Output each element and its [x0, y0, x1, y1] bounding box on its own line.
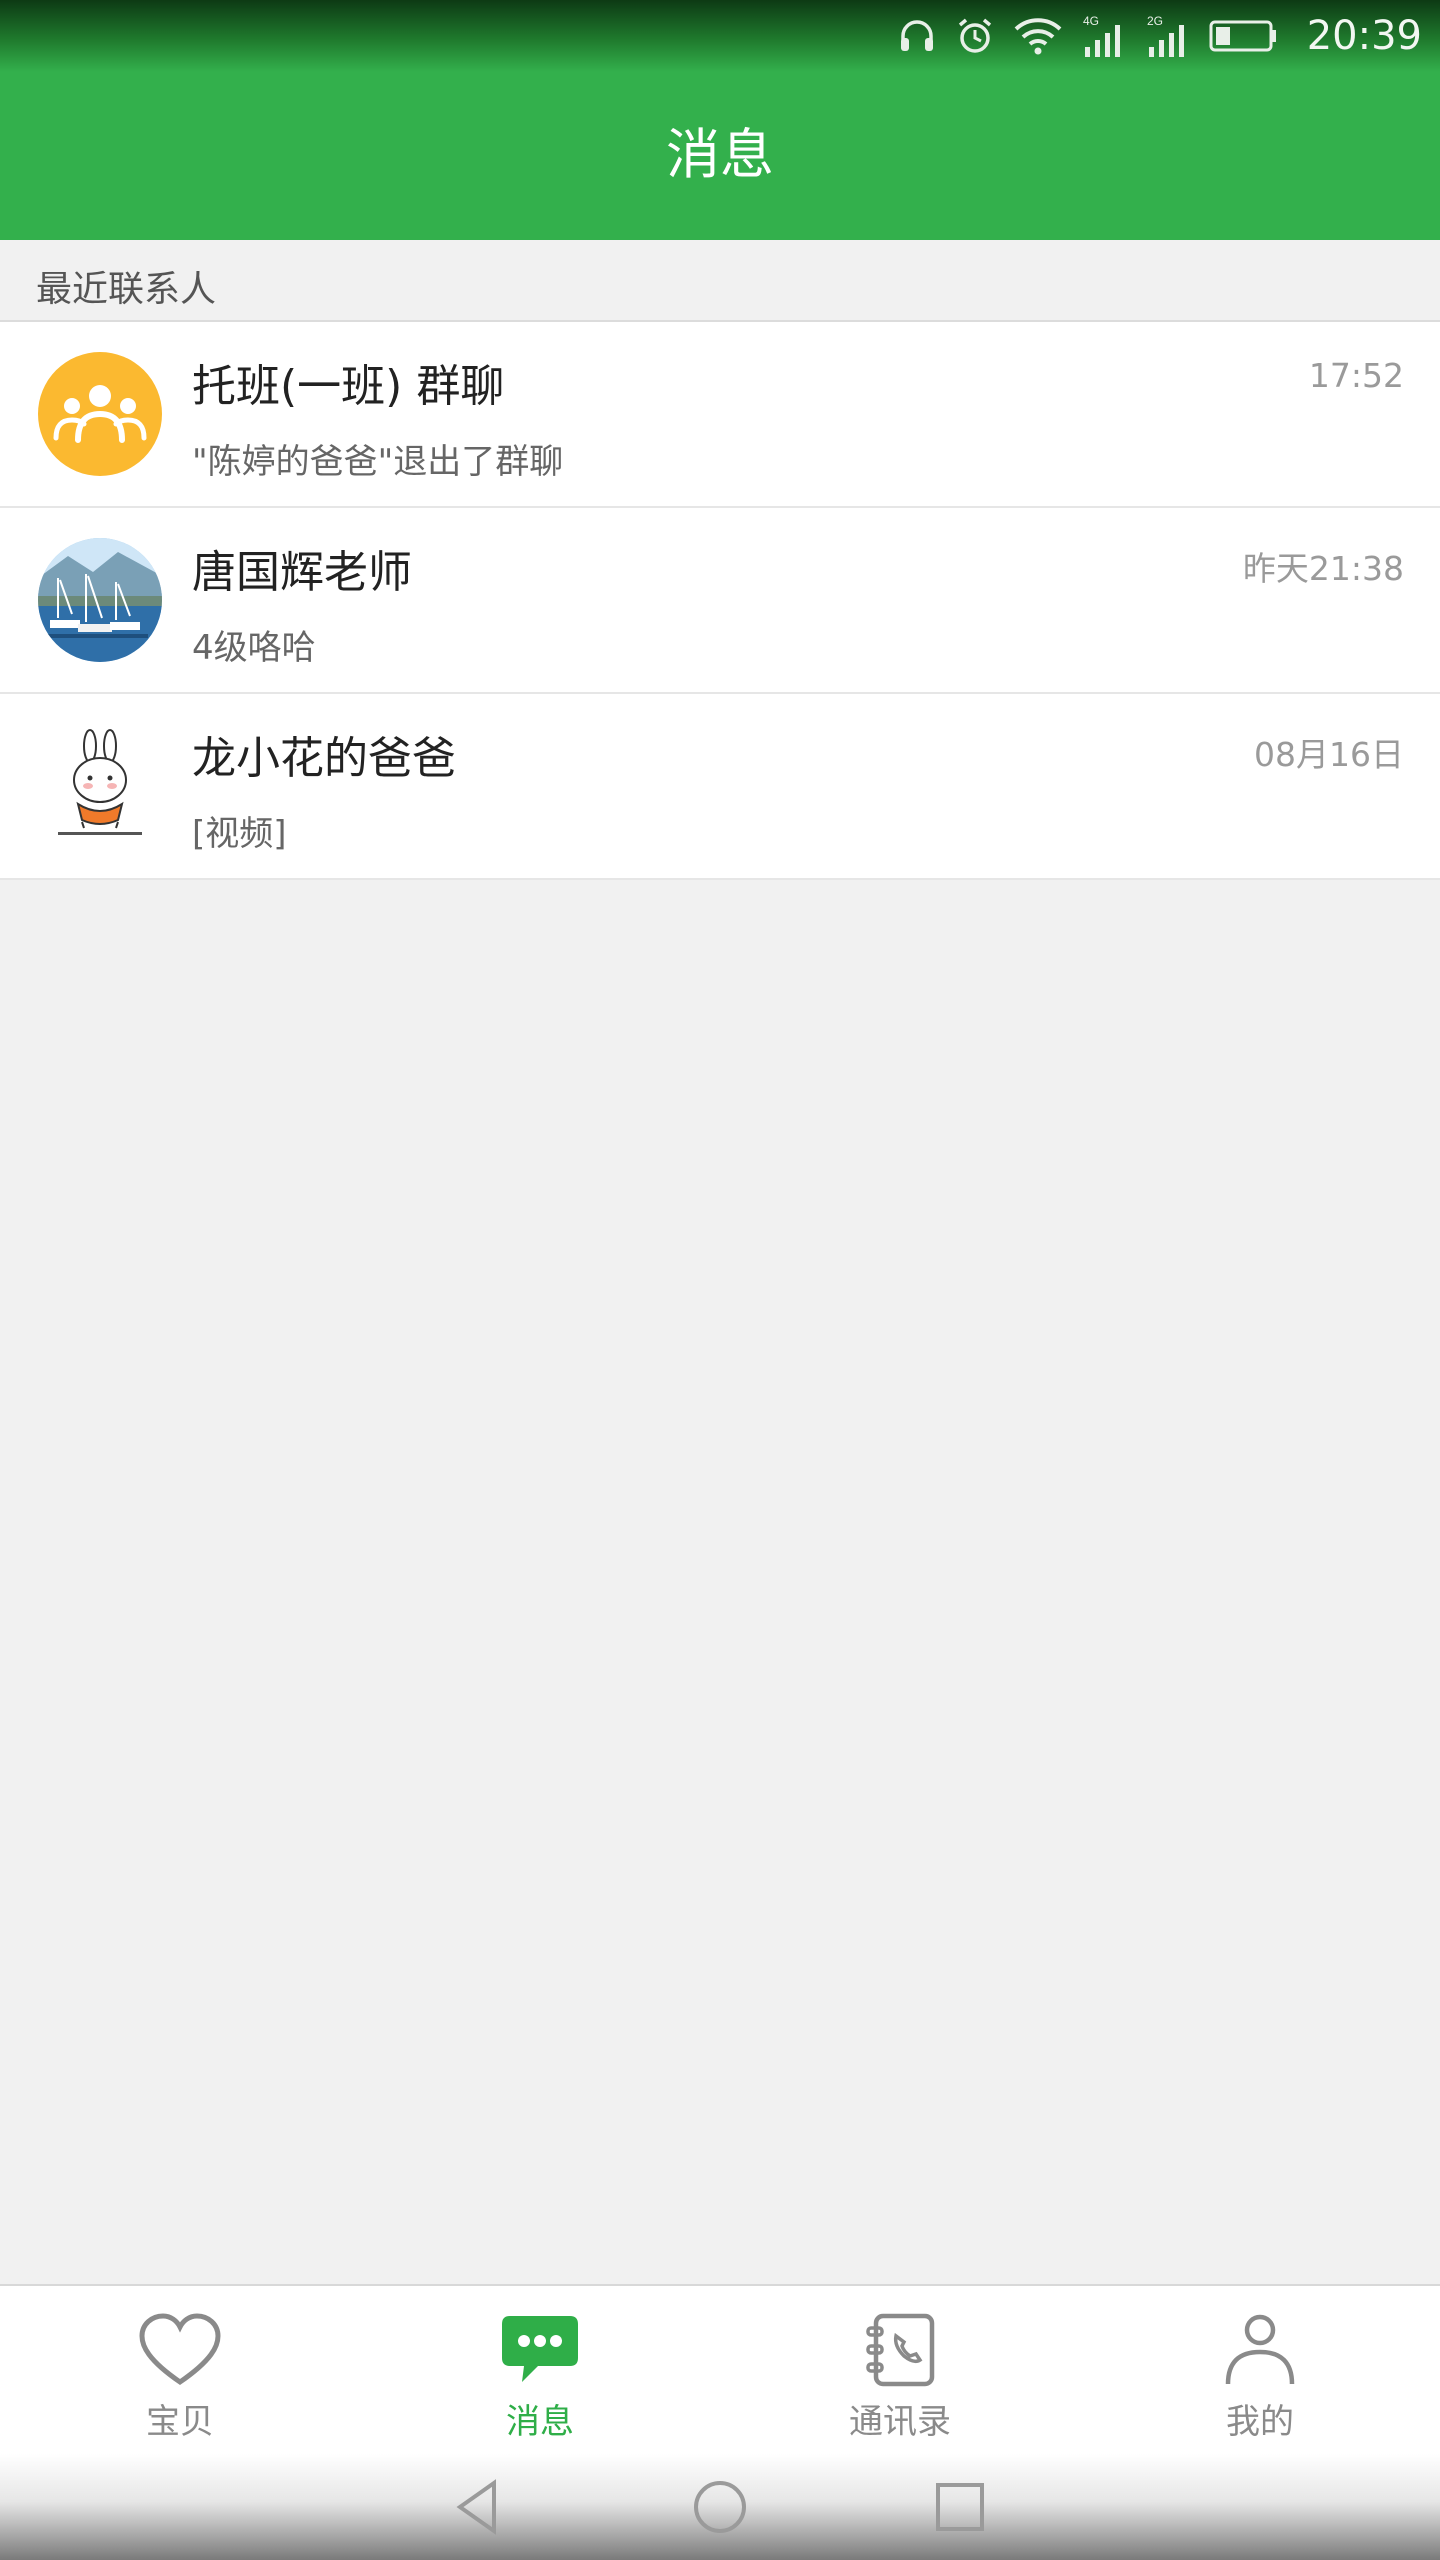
conversation-item-parent[interactable]: 龙小花的爸爸 [视频] 08月16日 [0, 694, 1440, 880]
status-bar: 4G 2G 20:39 [0, 0, 1440, 72]
recent-contacts-section: 最近联系人 [0, 240, 1440, 322]
cartoon-rabbit-avatar [38, 724, 162, 848]
nav-item-baby[interactable]: 宝贝 [0, 2286, 360, 2454]
wifi-icon [1013, 16, 1063, 56]
conversation-preview: "陈婷的爸爸"退出了群聊 [192, 442, 564, 482]
conversation-time: 08月16日 [1254, 735, 1404, 774]
chat-bubble-icon [498, 2312, 582, 2388]
status-icons: 4G 2G 20:39 [897, 0, 1422, 72]
nav-item-messages[interactable]: 消息 [360, 2286, 720, 2454]
network-4g-label: 4G [1083, 14, 1099, 28]
battery-icon [1209, 19, 1279, 53]
conversation-time: 17:52 [1308, 356, 1404, 395]
signal-4g-icon: 4G [1081, 13, 1127, 59]
conversation-preview: [视频] [192, 814, 287, 854]
contacts-book-icon [858, 2312, 942, 2388]
conversation-preview: 4级咯哈 [192, 628, 316, 668]
conversation-list: 托班(一班) 群聊 "陈婷的爸爸"退出了群聊 17:52 唐国辉老师 4级咯哈 … [0, 322, 1440, 880]
nav-item-me[interactable]: 我的 [1080, 2286, 1440, 2454]
conversation-item-teacher[interactable]: 唐国辉老师 4级咯哈 昨天21:38 [0, 508, 1440, 694]
nav-label-contacts: 通讯录 [849, 2402, 951, 2442]
section-title: 最近联系人 [36, 269, 217, 310]
signal-2g-icon: 2G [1145, 13, 1191, 59]
nav-label-messages: 消息 [506, 2402, 574, 2442]
conversation-name: 唐国辉老师 [192, 547, 412, 598]
heart-icon [138, 2312, 222, 2388]
recents-icon[interactable] [925, 2472, 995, 2542]
person-icon [1218, 2312, 1302, 2388]
headphones-icon [897, 16, 937, 56]
bottom-nav: 宝贝 消息 通讯录 我的 [0, 2284, 1440, 2454]
back-icon[interactable] [445, 2472, 515, 2542]
alarm-icon [955, 16, 995, 56]
conversation-item-group[interactable]: 托班(一班) 群聊 "陈婷的爸爸"退出了群聊 17:52 [0, 322, 1440, 508]
messages-screen: 4G 2G 20:39 消息 最近联系人 托班(一班) 群聊 "陈婷的爸爸"退出… [0, 0, 1440, 2560]
conversation-name: 托班(一班) 群聊 [192, 361, 505, 412]
harbor-photo-avatar [38, 538, 162, 662]
nav-item-contacts[interactable]: 通讯录 [720, 2286, 1080, 2454]
nav-label-me: 我的 [1226, 2402, 1294, 2442]
status-time: 20:39 [1306, 13, 1422, 59]
home-icon[interactable] [685, 2472, 755, 2542]
nav-label-baby: 宝贝 [146, 2402, 214, 2442]
conversation-name: 龙小花的爸爸 [192, 733, 456, 784]
app-header: 消息 [0, 72, 1440, 240]
page-title: 消息 [666, 122, 774, 186]
system-nav-bar [0, 2454, 1440, 2560]
network-2g-label: 2G [1147, 14, 1163, 28]
group-avatar-icon [38, 352, 162, 476]
conversation-time: 昨天21:38 [1242, 549, 1404, 588]
